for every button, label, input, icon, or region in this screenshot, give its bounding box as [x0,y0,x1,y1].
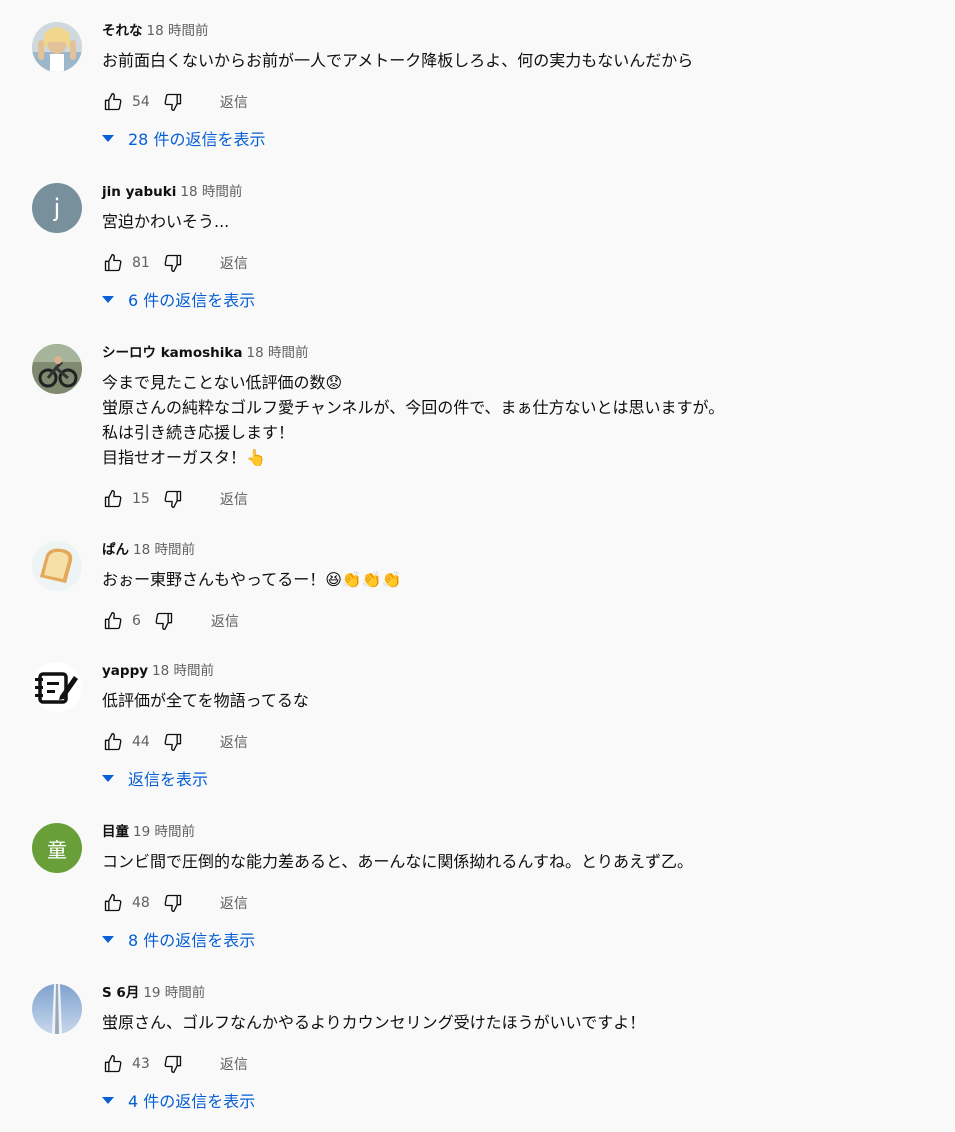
reply-button[interactable]: 返信 [220,489,248,509]
comment-time[interactable]: 19 時間前 [133,824,195,840]
like-count: 81 [132,255,150,271]
thumb-down-icon[interactable] [162,892,184,914]
reply-button[interactable]: 返信 [220,1054,248,1074]
comment-time[interactable]: 18 時間前 [133,542,195,558]
comment-text: おぉー東野さんもやってるー！😆👏👏👏 [102,567,935,592]
author-name[interactable]: 目童 [102,824,129,840]
avatar-letter: j [53,194,61,222]
like-count: 48 [132,895,150,911]
author-name[interactable]: jin yabuki [102,184,176,200]
like-count: 15 [132,491,150,507]
author-name[interactable]: シーロウ kamoshika [102,345,243,361]
comment-time[interactable]: 18 時間前 [147,23,209,39]
comment-line: お前面白くないからお前が一人でアメトーク降板しろよ、何の実力もないんだから [102,51,694,70]
avatar[interactable] [32,344,82,394]
comment-text: 宮迫かわいそう... [102,209,935,234]
comment-line: 蛍原さん、ゴルフなんかやるよりカウンセリング受けたほうがいいですよ！ [102,1013,646,1032]
reply-button[interactable]: 返信 [211,611,239,631]
reply-button[interactable]: 返信 [220,92,248,112]
author-name[interactable]: ぱん [102,542,129,558]
comment-line: おぉー東野さんもやってるー！😆👏👏👏 [102,570,402,589]
comment-time[interactable]: 18 時間前 [152,663,214,679]
like-count: 43 [132,1056,150,1072]
comment-line: 目指せオーガスタ！👆 [102,448,266,467]
thumb-down-icon[interactable] [162,91,184,113]
view-replies-label: 8 件の返信を表示 [128,931,256,950]
expand-triangle-icon [102,295,114,303]
thumb-down-icon[interactable] [153,610,175,632]
view-replies-button[interactable]: 8 件の返信を表示 [102,928,935,950]
like-count: 44 [132,734,150,750]
comment-line: コンビ間で圧倒的な能力差あると、あーんなに関係拗れるんすね。とりあえず乙。 [102,852,694,871]
like-count: 54 [132,94,150,110]
thumb-up-icon[interactable] [102,731,124,753]
comment-line: 宮迫かわいそう... [102,212,230,231]
thumb-down-icon[interactable] [162,252,184,274]
view-replies-label: 4 件の返信を表示 [128,1092,256,1111]
expand-triangle-icon [102,1096,114,1104]
avatar[interactable] [32,662,82,712]
avatar[interactable] [32,22,82,72]
author-name[interactable]: S 6月 [102,985,139,1001]
comment-text: 蛍原さん、ゴルフなんかやるよりカウンセリング受けたほうがいいですよ！ [102,1010,935,1035]
thumb-up-icon[interactable] [102,91,124,113]
comment-text: 低評価が全てを物語ってるな [102,688,935,713]
author-name[interactable]: それな [102,23,143,39]
avatar[interactable]: 童 [32,823,82,873]
thumb-down-icon[interactable] [162,731,184,753]
thumb-up-icon[interactable] [102,488,124,510]
comment-time[interactable]: 19 時間前 [143,985,205,1001]
author-name[interactable]: yappy [102,663,148,679]
thumb-up-icon[interactable] [102,892,124,914]
reply-button[interactable]: 返信 [220,732,248,752]
comment-line: 低評価が全てを物語ってるな [102,691,309,710]
view-replies-label: 返信を表示 [128,770,209,789]
comment-text: コンビ間で圧倒的な能力差あると、あーんなに関係拗れるんすね。とりあえず乙。 [102,849,935,874]
view-replies-button[interactable]: 6 件の返信を表示 [102,288,935,310]
reply-button[interactable]: 返信 [220,893,248,913]
thumb-down-icon[interactable] [162,488,184,510]
avatar[interactable]: j [32,183,82,233]
thumb-down-icon[interactable] [162,1053,184,1075]
thumb-up-icon[interactable] [102,610,124,632]
view-replies-label: 6 件の返信を表示 [128,291,256,310]
view-replies-label: 28 件の返信を表示 [128,130,266,149]
comment-text: 今まで見たことない低評価の数😟 蛍原さんの純粋なゴルフ愛チャンネルが、今回の件で… [102,370,935,470]
comment-line: 今まで見たことない低評価の数😟 [102,373,343,392]
expand-triangle-icon [102,935,114,943]
view-replies-button[interactable]: 28 件の返信を表示 [102,127,935,149]
comment-line: 蛍原さんの純粋なゴルフ愛チャンネルが、今回の件で、まぁ仕方ないとは思いますが。 [102,398,725,417]
thumb-up-icon[interactable] [102,252,124,274]
avatar[interactable] [32,541,82,591]
view-replies-button[interactable]: 4 件の返信を表示 [102,1089,935,1111]
comment-line: 私は引き続き応援します！ [102,423,295,442]
thumb-up-icon[interactable] [102,1053,124,1075]
avatar[interactable] [32,984,82,1034]
like-count: 6 [132,613,141,629]
comment-text: お前面白くないからお前が一人でアメトーク降板しろよ、何の実力もないんだから [102,48,935,73]
reply-button[interactable]: 返信 [220,253,248,273]
avatar-letter: 童 [47,837,67,862]
expand-triangle-icon [102,774,114,782]
comment-time[interactable]: 18 時間前 [247,345,309,361]
expand-triangle-icon [102,134,114,142]
view-replies-button[interactable]: 返信を表示 [102,767,935,789]
comment-time[interactable]: 18 時間前 [180,184,242,200]
